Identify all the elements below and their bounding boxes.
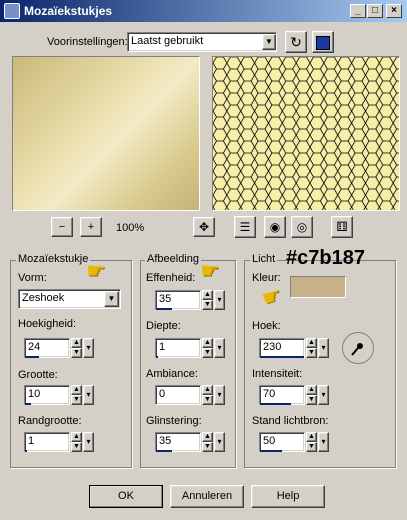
smoothness-slider-icon[interactable]: ▾ [214, 290, 225, 310]
shine-level-bar [156, 450, 172, 452]
mosaic-group-title: Mozaïekstukje [16, 253, 91, 265]
cancel-button[interactable]: Annuleren [170, 485, 244, 508]
minimize-button[interactable]: _ [350, 4, 366, 18]
intensity-input[interactable]: 70 [259, 385, 305, 405]
presets-label: Voorinstellingen: [47, 36, 128, 48]
elevation-slider-icon[interactable]: ▾ [318, 432, 329, 452]
dial-needle-icon [351, 343, 363, 356]
shine-up-icon[interactable]: ▲ [202, 432, 213, 442]
original-preview[interactable] [12, 56, 200, 211]
presets-value: Laatst gebruikt [131, 35, 204, 47]
smoothness-level-bar [156, 308, 172, 310]
zoom-level: 100% [116, 222, 145, 234]
depth-label: Diepte: [146, 320, 181, 332]
help-button[interactable]: Help [251, 485, 325, 508]
elevation-level-bar [260, 450, 282, 452]
intensity-down-icon[interactable]: ▼ [306, 395, 317, 405]
elevation-up-icon[interactable]: ▲ [306, 432, 317, 442]
intensity-slider-icon[interactable]: ▾ [318, 385, 329, 405]
smoothness-label: Effenheid: [146, 272, 196, 284]
pan-icon[interactable]: ✥ [193, 217, 215, 237]
smoothness-down-icon[interactable]: ▼ [202, 300, 213, 310]
result-preview[interactable] [212, 56, 400, 211]
shape-dropdown-arrow-icon[interactable]: ▼ [104, 291, 119, 307]
size-up-icon[interactable]: ▲ [71, 385, 82, 395]
border-size-down-icon[interactable]: ▼ [71, 442, 82, 452]
size-slider-icon[interactable]: ▾ [83, 385, 94, 405]
angle-level-bar [260, 356, 304, 358]
ambiance-label: Ambiance: [146, 368, 198, 380]
reset-icon[interactable]: ↻ [285, 31, 307, 53]
angularity-up-icon[interactable]: ▲ [71, 338, 82, 348]
angularity-input[interactable]: 24 [24, 338, 70, 358]
light-color-swatch[interactable] [290, 276, 346, 298]
angularity-slider-icon[interactable]: ▾ [83, 338, 94, 358]
ok-button[interactable]: OK [89, 485, 163, 508]
zoom-in-icon[interactable]: + [80, 217, 102, 237]
ambiance-down-icon[interactable]: ▼ [202, 395, 213, 405]
ambiance-input[interactable]: 0 [155, 385, 201, 405]
size-level-bar [25, 403, 31, 405]
proof-icon[interactable]: ☰ [234, 216, 256, 238]
image-group-title: Afbeelding [145, 253, 201, 265]
angle-dial[interactable] [342, 332, 374, 364]
angle-input[interactable]: 230 [259, 338, 305, 358]
shine-input[interactable]: 35 [155, 432, 201, 452]
border-size-level-bar [25, 450, 27, 452]
hand-pointer-icon: ☛ [200, 258, 220, 283]
toggle-preview-icon[interactable]: ◉ [264, 216, 286, 238]
color-hex-annotation: #c7b187 [286, 247, 365, 269]
size-down-icon[interactable]: ▼ [71, 395, 82, 405]
size-label: Grootte: [18, 369, 58, 381]
angle-up-icon[interactable]: ▲ [306, 338, 317, 348]
window-title: Mozaïekstukjes [24, 4, 113, 18]
zoom-out-icon[interactable]: − [51, 217, 73, 237]
ambiance-slider-icon[interactable]: ▾ [214, 385, 225, 405]
elevation-label: Stand lichtbron: [252, 415, 329, 427]
shine-label: Glinstering: [146, 415, 202, 427]
angle-label: Hoek: [252, 320, 281, 332]
border-size-label: Randgrootte: [18, 415, 82, 427]
ambiance-up-icon[interactable]: ▲ [202, 385, 213, 395]
shine-down-icon[interactable]: ▼ [202, 442, 213, 452]
elevation-down-icon[interactable]: ▼ [306, 442, 317, 452]
presets-select[interactable]: Laatst gebruikt [127, 32, 277, 52]
angle-down-icon[interactable]: ▼ [306, 348, 317, 358]
border-size-input[interactable]: 1 [24, 432, 70, 452]
depth-up-icon[interactable]: ▲ [202, 338, 213, 348]
maximize-button[interactable]: □ [367, 4, 383, 18]
presets-dropdown-arrow-icon[interactable]: ▼ [262, 34, 276, 50]
angularity-down-icon[interactable]: ▼ [71, 348, 82, 358]
depth-slider-icon[interactable]: ▾ [214, 338, 225, 358]
randomize-dice-icon[interactable]: ⚅ [331, 216, 353, 238]
intensity-up-icon[interactable]: ▲ [306, 385, 317, 395]
size-input[interactable]: 10 [24, 385, 70, 405]
intensity-level-bar [260, 403, 291, 405]
eye-icon[interactable]: ◎ [291, 216, 313, 238]
hexagon-pattern [213, 57, 399, 210]
shine-slider-icon[interactable]: ▾ [214, 432, 225, 452]
angularity-label: Hoekigheid: [18, 318, 77, 330]
save-preset-icon[interactable] [312, 31, 334, 53]
shape-value: Zeshoek [22, 292, 65, 304]
border-size-slider-icon[interactable]: ▾ [83, 432, 94, 452]
smoothness-up-icon[interactable]: ▲ [202, 290, 213, 300]
border-size-up-icon[interactable]: ▲ [71, 432, 82, 442]
elevation-input[interactable]: 50 [259, 432, 305, 452]
light-group-title: Licht [250, 253, 278, 265]
hand-pointer-icon: ☛ [86, 258, 106, 283]
depth-level-bar [156, 356, 158, 358]
app-icon [4, 3, 20, 19]
close-button[interactable]: × [386, 4, 402, 18]
angularity-level-bar [25, 356, 39, 358]
smoothness-input[interactable]: 35 [155, 290, 201, 310]
depth-down-icon[interactable]: ▼ [202, 348, 213, 358]
depth-input[interactable]: 1 [155, 338, 201, 358]
angle-slider-icon[interactable]: ▾ [318, 338, 329, 358]
shape-label: Vorm: [18, 272, 47, 284]
intensity-label: Intensiteit: [252, 368, 303, 380]
